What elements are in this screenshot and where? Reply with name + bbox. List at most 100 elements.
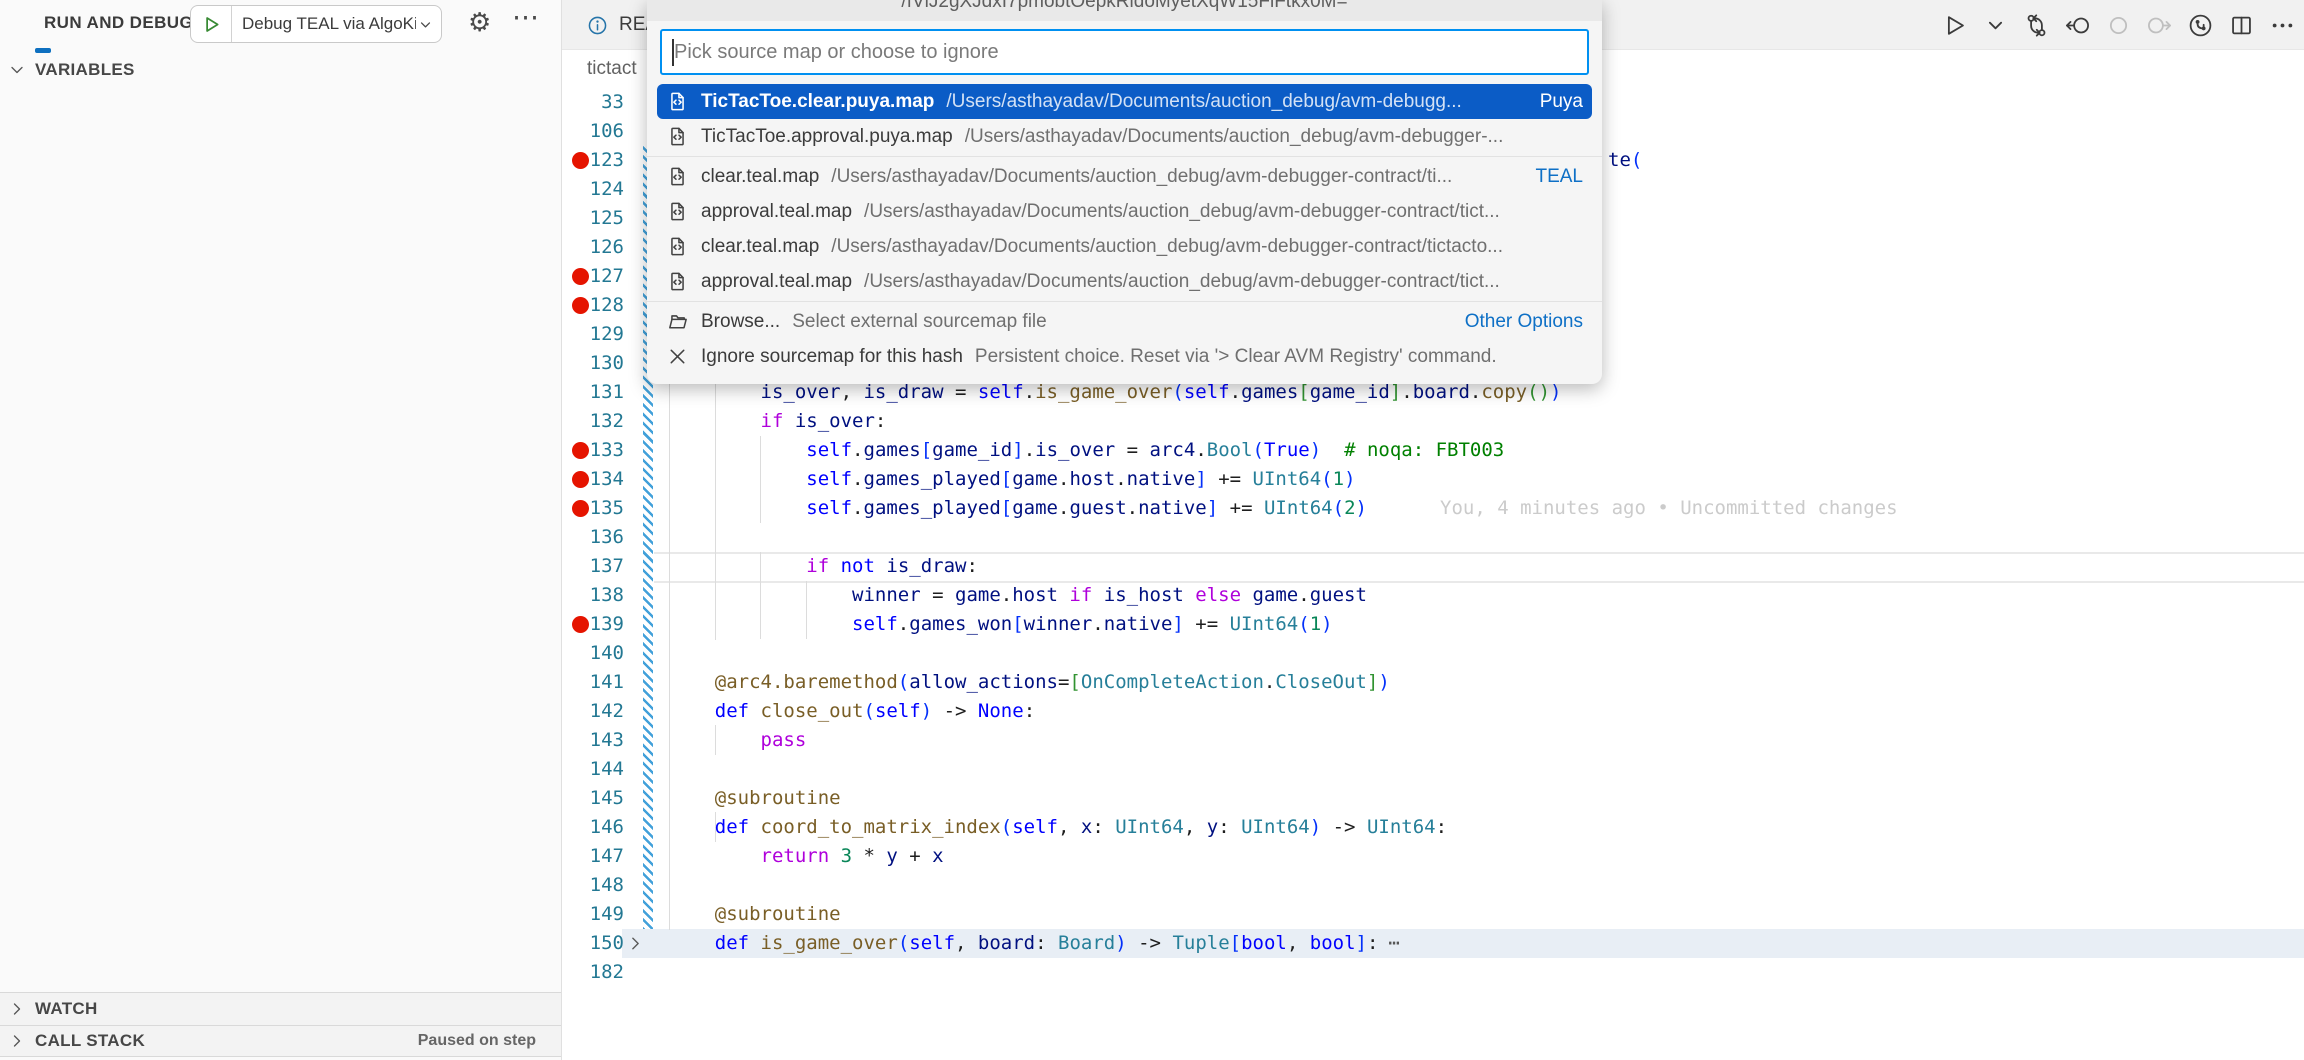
line-number[interactable]: 130	[562, 349, 624, 378]
line-number[interactable]: 124	[562, 175, 624, 204]
run-dropdown-chevron-icon[interactable]	[1982, 12, 2009, 39]
quickpick-item-label: clear.teal.map	[701, 236, 819, 258]
line-number[interactable]: 146	[562, 813, 624, 842]
debug-configuration-dropdown[interactable]: Debug TEAL via AlgoKi	[190, 5, 442, 43]
quickpick-item[interactable]: clear.teal.map/Users/asthayadav/Document…	[657, 159, 1592, 194]
line-number[interactable]: 132	[562, 407, 624, 436]
line-number[interactable]: 126	[562, 233, 624, 262]
more-actions-icon[interactable]	[2269, 12, 2296, 39]
git-blame-annotation: You, 4 minutes ago • Uncommitted changes	[1440, 494, 1898, 523]
line-number[interactable]: 123	[562, 146, 624, 175]
line-number[interactable]: 140	[562, 639, 624, 668]
breadcrumb[interactable]: tictact	[587, 50, 637, 88]
quickpick-search-input[interactable]	[660, 29, 1589, 75]
code-line-141: 141 @arc4.baremethod(allow_actions=[OnCo…	[562, 668, 2304, 697]
code-line-139: 139 self.games_won[winner.native] += UIn…	[562, 610, 2304, 639]
commit-graph-icon[interactable]	[2187, 12, 2214, 39]
line-number[interactable]: 133	[562, 436, 624, 465]
line-number[interactable]: 144	[562, 755, 624, 784]
line-number[interactable]: 141	[562, 668, 624, 697]
quickpick-input-container	[647, 21, 1602, 81]
line-number[interactable]: 139	[562, 610, 624, 639]
line-number[interactable]: 147	[562, 842, 624, 871]
line-number[interactable]: 138	[562, 581, 624, 610]
quickpick-item[interactable]: TicTacToe.clear.puya.map/Users/asthayada…	[657, 84, 1592, 119]
line-number[interactable]: 182	[562, 958, 624, 987]
line-number[interactable]: 136	[562, 523, 624, 552]
code-line-145: 145 @subroutine	[562, 784, 2304, 813]
line-number[interactable]: 145	[562, 784, 624, 813]
code-line-138: 138 winner = game.host if is_host else g…	[562, 581, 2304, 610]
line-number[interactable]: 137	[562, 552, 624, 581]
chevron-right-icon	[7, 1031, 27, 1051]
close-icon	[666, 345, 689, 368]
revert-change-icon[interactable]	[2105, 12, 2132, 39]
line-number[interactable]: 33	[562, 88, 624, 117]
chevron-down-icon	[416, 15, 435, 34]
line-number[interactable]: 143	[562, 726, 624, 755]
line-number[interactable]: 128	[562, 291, 624, 320]
quickpick-item[interactable]: Ignore sourcemap for this hash Persistent…	[657, 339, 1592, 374]
code-text: @arc4.baremethod(allow_actions=[OnComple…	[669, 668, 1390, 697]
code-line-147: 147 return 3 * y + x	[562, 842, 2304, 871]
line-number[interactable]: 134	[562, 465, 624, 494]
code-line-137: 137 if not is_draw:	[562, 552, 2304, 581]
variables-label: VARIABLES	[35, 60, 135, 80]
split-editor-icon[interactable]	[2228, 12, 2255, 39]
line-number[interactable]: 106	[562, 117, 624, 146]
quickpick-item-badge[interactable]: Other Options	[1453, 311, 1583, 333]
line-number[interactable]: 125	[562, 204, 624, 233]
gear-icon[interactable]: ⚙	[468, 7, 491, 38]
quickpick-item-description: Select external sourcemap file	[792, 311, 1047, 333]
line-number[interactable]: 127	[562, 262, 624, 291]
compare-changes-icon[interactable]	[2023, 12, 2050, 39]
code-text: pass	[669, 726, 806, 755]
code-line-149: 149 @subroutine	[562, 900, 2304, 929]
file-code-icon	[666, 90, 689, 113]
start-debugging-button[interactable]	[191, 6, 232, 42]
code-line-132: 132 if is_over:	[562, 407, 2304, 436]
folder-opened-icon	[666, 310, 689, 333]
quickpick-item[interactable]: TicTacToe.approval.puya.map/Users/asthay…	[657, 119, 1592, 154]
quickpick-item[interactable]: Browse...Select external sourcemap fileO…	[657, 304, 1592, 339]
quickpick-item-description: /Users/asthayadav/Documents/auction_debu…	[831, 236, 1503, 258]
quickpick-item-label: TicTacToe.clear.puya.map	[701, 91, 934, 113]
line-number[interactable]: 149	[562, 900, 624, 929]
line-number[interactable]: 148	[562, 871, 624, 900]
quickpick-item[interactable]: clear.teal.map/Users/asthayadav/Document…	[657, 229, 1592, 264]
quickpick-item-description: Persistent choice. Reset via '> Clear AV…	[975, 346, 1497, 368]
previous-change-icon[interactable]	[2064, 12, 2091, 39]
quickpick-item-label: clear.teal.map	[701, 166, 819, 188]
line-number[interactable]: 142	[562, 697, 624, 726]
call-stack-section-header[interactable]: CALL STACK Paused on step	[0, 1025, 561, 1057]
next-change-icon[interactable]	[2146, 12, 2173, 39]
more-actions-icon[interactable]: ⋯	[512, 2, 541, 33]
file-code-icon	[666, 235, 689, 258]
line-number[interactable]: 129	[562, 320, 624, 349]
watch-section-header[interactable]: WATCH	[0, 992, 561, 1025]
sidebar-title: RUN AND DEBUG	[44, 13, 193, 33]
quickpick-item-description: /Users/asthayadav/Documents/auction_debu…	[831, 166, 1452, 188]
quickpick-item[interactable]: approval.teal.map/Users/asthayadav/Docum…	[657, 264, 1592, 299]
file-code-icon	[666, 270, 689, 293]
fold-chevron-icon[interactable]	[625, 933, 646, 954]
variables-section-header[interactable]: VARIABLES	[0, 55, 561, 85]
quickpick-item-label: TicTacToe.approval.puya.map	[701, 126, 953, 148]
source-map-quickpick: /fVlJ2gXJdxI7pmobtOepkRidoMyetXqW15FiFtk…	[647, 0, 1602, 384]
code-text: self.games_won[winner.native] += UInt64(…	[669, 610, 1333, 639]
quickpick-item[interactable]: approval.teal.map/Users/asthayadav/Docum…	[657, 194, 1592, 229]
code-text: if not is_draw:	[669, 552, 978, 581]
code-line-146: 146 def coord_to_matrix_index(self, x: U…	[562, 813, 2304, 842]
code-line-143: 143 pass	[562, 726, 2304, 755]
quickpick-item-label: Ignore sourcemap for this hash	[701, 346, 963, 368]
code-line-150: 150 def is_game_over(self, board: Board)…	[562, 929, 2304, 958]
line-number[interactable]: 131	[562, 378, 624, 407]
call-stack-label: CALL STACK	[35, 1031, 145, 1051]
line-number[interactable]: 150	[562, 929, 624, 958]
code-text: @subroutine	[669, 784, 841, 813]
code-text: def is_game_over(self, board: Board) -> …	[669, 929, 1400, 958]
code-text: def coord_to_matrix_index(self, x: UInt6…	[669, 813, 1447, 842]
code-text: self.games_played[game.host.native] += U…	[669, 465, 1356, 494]
run-icon[interactable]	[1941, 12, 1968, 39]
line-number[interactable]: 135	[562, 494, 624, 523]
